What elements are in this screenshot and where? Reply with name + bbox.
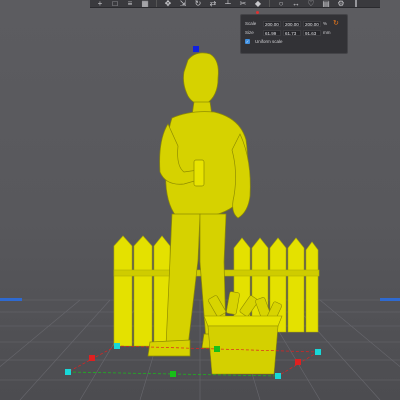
- scale-handle-top[interactable]: [193, 46, 199, 52]
- scale-handle-back-left[interactable]: [114, 343, 120, 349]
- scale-handle-front-left[interactable]: [65, 369, 71, 375]
- axis-marker-left: [0, 298, 22, 301]
- scale-handle-left-mid[interactable]: [89, 355, 95, 361]
- selection-bounding-box: [67, 345, 319, 377]
- build-plate-grid: [0, 299, 400, 400]
- scale-handle-front-mid[interactable]: [170, 371, 176, 377]
- scale-handle-back-mid[interactable]: [214, 346, 220, 352]
- viewport-3d[interactable]: [0, 0, 400, 400]
- scale-handle-back-right[interactable]: [315, 349, 321, 355]
- scale-handle-front-right[interactable]: [275, 373, 281, 379]
- scale-handle-right-mid[interactable]: [295, 359, 301, 365]
- axis-marker-right: [380, 298, 400, 301]
